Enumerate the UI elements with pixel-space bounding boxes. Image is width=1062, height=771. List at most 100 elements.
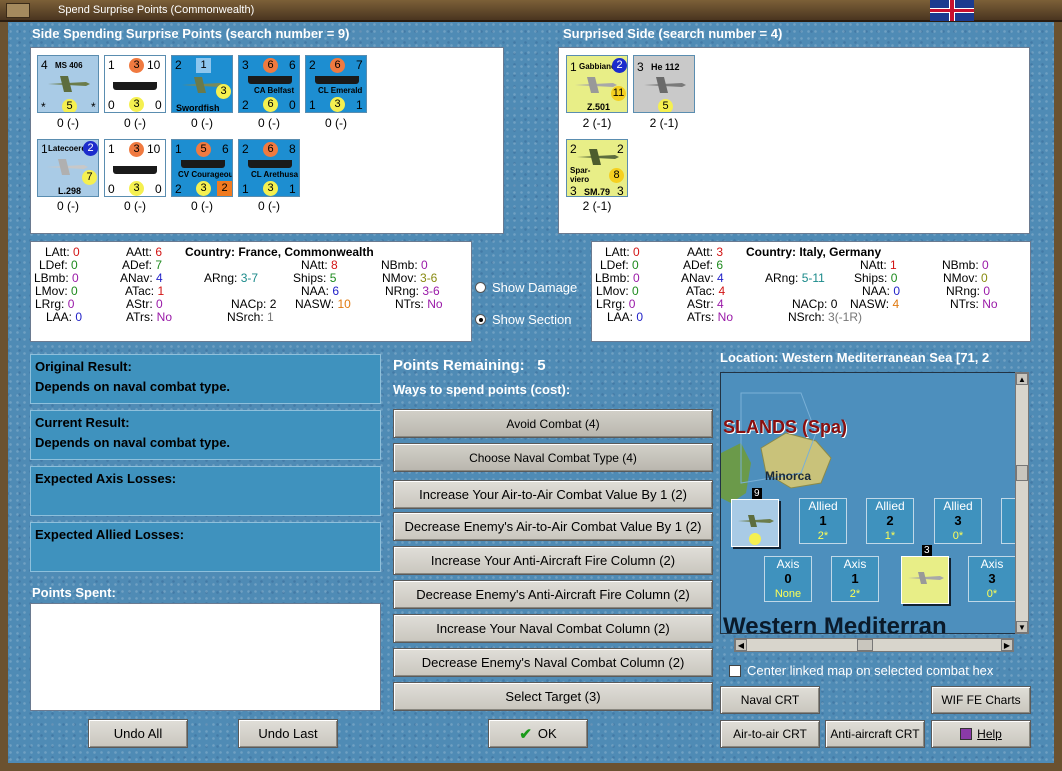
undo-last-button[interactable]: Undo Last <box>238 719 338 748</box>
unit-counter-ship-1[interactable]: 1 3 10 0 3 0 <box>104 55 166 113</box>
spending-side-header: Side Spending Surprise Points (search nu… <box>32 26 350 41</box>
scroll-right-icon[interactable]: ▶ <box>1001 639 1013 651</box>
allied-slot-2[interactable]: Allied 2 1* <box>866 498 914 544</box>
help-book-icon <box>960 728 973 740</box>
axis-slot-1[interactable]: Axis 1 2* <box>831 556 879 602</box>
unit-counter-ca-belfast[interactable]: 3 6 6 CA Belfast 2 6 0 <box>238 55 300 113</box>
unit-counter-he112[interactable]: 3 He 112 5 <box>633 55 695 113</box>
map-vertical-scrollbar[interactable]: ▲ ▼ <box>1015 372 1029 634</box>
ship-icon <box>315 76 359 84</box>
islands-label: SLANDS (Spa) <box>723 417 848 437</box>
decrease-enemy-anti-aircraft-button[interactable]: Decrease Enemy's Anti-Aircraft Fire Colu… <box>393 580 713 609</box>
current-result-panel: Current Result: Depends on naval combat … <box>30 410 381 460</box>
unit-counter-ship-2[interactable]: 1 3 10 0 3 0 <box>104 139 166 197</box>
points-spent-label: Points Spent: <box>32 585 116 600</box>
scroll-left-icon[interactable]: ◀ <box>735 639 747 651</box>
checkmark-icon: ✔ <box>519 725 532 743</box>
allied-slot-4[interactable] <box>1001 498 1015 544</box>
allied-slot-1[interactable]: Allied 1 2* <box>799 498 847 544</box>
sea-area-label: Western Mediterran <box>723 613 947 634</box>
unit-counter-ms406[interactable]: 4 MS 406 * 5 * <box>37 55 99 113</box>
air-to-air-crt-button[interactable]: Air-to-air CRT <box>720 720 820 748</box>
original-result-label: Original Result: <box>35 359 132 374</box>
choose-naval-combat-type-button[interactable]: Choose Naval Combat Type (4) <box>393 443 713 472</box>
unit-label: 0 (-) <box>124 116 146 130</box>
fighter-plane-icon <box>644 77 686 93</box>
scroll-thumb[interactable] <box>857 639 873 651</box>
expected-axis-losses-panel: Expected Axis Losses: <box>30 466 381 516</box>
show-section-option[interactable]: Show Section <box>475 312 572 327</box>
unit-label: 0 (-) <box>57 116 79 130</box>
uk-flag-icon <box>930 0 974 21</box>
unit-label: 0 (-) <box>325 116 347 130</box>
window-frame-right <box>1054 22 1062 771</box>
window-title: Spend Surprise Points (Commonwealth) <box>58 4 255 16</box>
unit-counter-sm79[interactable]: 2 2 Spar-viero 8 3 SM.79 3 <box>566 139 628 197</box>
unit-label: 2 (-1) <box>582 199 612 213</box>
unit-label: 0 (-) <box>191 199 213 213</box>
scroll-up-icon[interactable]: ▲ <box>1016 373 1028 385</box>
unit-label: 0 (-) <box>191 116 213 130</box>
ship-icon <box>248 76 292 84</box>
points-spent-list[interactable] <box>30 603 381 711</box>
original-result-panel: Original Result: Depends on naval combat… <box>30 354 381 404</box>
unit-counter-cl-arethusa[interactable]: 2 6 8 CL Arethusa 1 3 1 <box>238 139 300 197</box>
increase-air-to-air-button[interactable]: Increase Your Air-to-Air Combat Value By… <box>393 480 713 509</box>
ship-icon <box>248 160 292 168</box>
fighter-plane-icon <box>738 515 774 527</box>
select-target-button[interactable]: Select Target (3) <box>393 682 713 711</box>
axis-slot-3[interactable]: Axis 3 0* <box>968 556 1015 602</box>
axis-stack-counter[interactable]: 3 <box>901 545 949 604</box>
left-stats-panel: LAtt: 0 LDef: 0 LBmb: 0 LMov: 0 LRrg: 0 … <box>30 241 472 342</box>
minorca-label: Minorca <box>765 469 812 483</box>
avoid-combat-button[interactable]: Avoid Combat (4) <box>393 409 713 438</box>
window-frame-bottom <box>0 763 1062 771</box>
unit-counter-swordfish[interactable]: 2 1 3 Swordfish <box>171 55 233 113</box>
decrease-enemy-air-to-air-button[interactable]: Decrease Enemy's Air-to-Air Combat Value… <box>393 512 713 541</box>
unit-counter-gabbiano[interactable]: 1 Gabbiano 2 11 Z.501 <box>566 55 628 113</box>
unit-label: 0 (-) <box>258 199 280 213</box>
surprised-side-header: Surprised Side (search number = 4) <box>563 26 783 41</box>
show-section-radio[interactable] <box>475 314 486 325</box>
unit-counter-cl-emerald[interactable]: 2 6 7 CL Emerald 1 3 1 <box>305 55 367 113</box>
unit-label: 0 (-) <box>57 199 79 213</box>
center-linked-map-checkbox[interactable] <box>729 665 741 677</box>
ship-icon <box>113 166 157 174</box>
bomber-plane-icon <box>577 149 619 165</box>
decrease-enemy-naval-combat-button[interactable]: Decrease Enemy's Naval Combat Column (2) <box>393 648 713 677</box>
ship-icon <box>113 82 157 90</box>
allied-stack-counter[interactable]: 9 <box>731 488 779 547</box>
right-stats-panel: LAtt: 0 LDef: 0 LBmb: 0 LMov: 0 LRrg: 0 … <box>591 241 1031 342</box>
show-damage-option[interactable]: Show Damage <box>475 280 577 295</box>
ways-to-spend-label: Ways to spend points (cost): <box>393 382 571 397</box>
title-bar: Spend Surprise Points (Commonwealth) <box>0 0 1062 22</box>
unit-label: 0 (-) <box>258 116 280 130</box>
unit-label: 2 (-1) <box>649 116 679 130</box>
linked-map[interactable]: SLANDS (Spa) Minorca 9 Allied 1 2* Allied 2… <box>720 372 1016 634</box>
seaplane-icon <box>908 572 944 584</box>
scroll-thumb[interactable] <box>1016 465 1028 481</box>
naval-crt-button[interactable]: Naval CRT <box>720 686 820 714</box>
points-remaining: Points Remaining: 5 <box>393 357 546 374</box>
scroll-down-icon[interactable]: ▼ <box>1016 621 1028 633</box>
allied-slot-3[interactable]: Allied 3 0* <box>934 498 982 544</box>
surprised-units-panel <box>558 47 1030 234</box>
expected-allied-losses-panel: Expected Allied Losses: <box>30 522 381 572</box>
unit-label: 0 (-) <box>124 199 146 213</box>
axis-slot-0[interactable]: Axis 0 None <box>764 556 812 602</box>
anti-aircraft-crt-button[interactable]: Anti-aircraft CRT <box>825 720 925 748</box>
increase-naval-combat-button[interactable]: Increase Your Naval Combat Column (2) <box>393 614 713 643</box>
help-button[interactable]: Help <box>931 720 1031 748</box>
increase-anti-aircraft-button[interactable]: Increase Your Anti-Aircraft Fire Column … <box>393 546 713 575</box>
ok-button[interactable]: ✔ OK <box>488 719 588 748</box>
undo-all-button[interactable]: Undo All <box>88 719 188 748</box>
unit-counter-cv-courageous[interactable]: 1 5 6 CV Courageous 2 3 2 <box>171 139 233 197</box>
center-linked-map-option[interactable]: Center linked map on selected combat hex <box>729 663 993 678</box>
system-menu-icon[interactable] <box>6 3 30 18</box>
carrier-icon <box>181 160 225 168</box>
show-damage-radio[interactable] <box>475 282 486 293</box>
window-frame-left <box>0 22 8 771</box>
wif-fe-charts-button[interactable]: WIF FE Charts <box>931 686 1031 714</box>
unit-counter-latecoere[interactable]: 1 Latecoere 2 7 L.298 <box>37 139 99 197</box>
map-horizontal-scrollbar[interactable]: ◀ ▶ <box>734 638 1014 652</box>
